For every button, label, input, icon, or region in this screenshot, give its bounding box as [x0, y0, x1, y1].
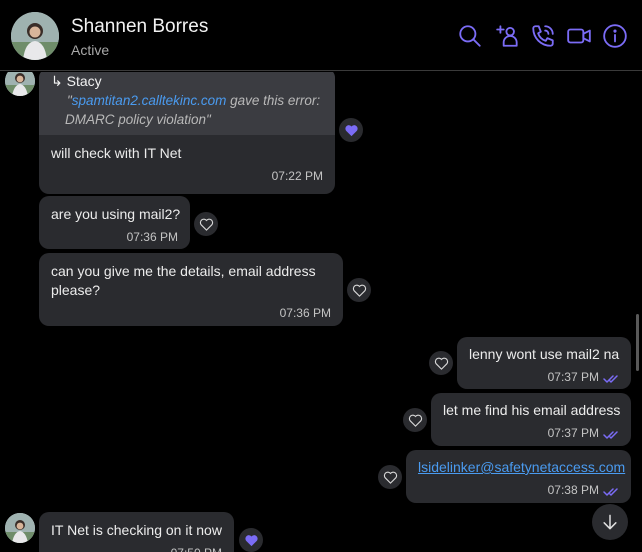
message-text: will check with IT Net: [51, 145, 182, 161]
message-time: 07:37 PM: [547, 426, 599, 440]
arrow-down-icon: [603, 514, 617, 530]
read-receipt-icon: [603, 370, 619, 383]
message-text: can you give me the details, email addre…: [51, 263, 316, 298]
message-text: IT Net is checking on it now: [51, 522, 222, 538]
quoted-author: Stacy: [66, 73, 102, 89]
message-text: are you using mail2?: [51, 206, 181, 222]
read-receipt-icon: [603, 426, 619, 439]
message-bubble[interactable]: lenny wont use mail2 na 07:37 PM: [457, 337, 631, 389]
message-bubble[interactable]: let me find his email address 07:37 PM: [431, 393, 631, 446]
chat-header: Shannen Borres Active: [0, 0, 642, 71]
quoted-link[interactable]: spamtitan2.calltekinc.com: [72, 93, 227, 108]
contact-avatar-small: [5, 513, 35, 543]
search-icon[interactable]: [457, 23, 483, 49]
message-bubble[interactable]: IT Net is checking on it now 07:50 PM: [39, 512, 234, 552]
reaction-heart-icon[interactable]: [339, 118, 363, 142]
quoted-reply[interactable]: ↳ Stacy "spamtitan2.calltekinc.com gave …: [39, 72, 335, 135]
read-receipt-icon: [603, 483, 619, 496]
contact-avatar[interactable]: [11, 12, 59, 60]
contact-avatar-small: [5, 72, 35, 96]
contact-status: Active: [71, 42, 110, 58]
message-time: 07:22 PM: [271, 169, 323, 183]
reply-arrow-icon: ↳: [51, 73, 63, 89]
video-icon[interactable]: [566, 23, 592, 49]
contact-name[interactable]: Shannen Borres: [71, 16, 208, 38]
react-heart-icon[interactable]: [194, 212, 218, 236]
quoted-text: "spamtitan2.calltekinc.com gave this err…: [65, 93, 321, 127]
email-link[interactable]: lsidelinker@safetynetaccess.com: [418, 458, 625, 477]
message-bubble[interactable]: are you using mail2? 07:36 PM: [39, 196, 190, 249]
scrollbar-thumb[interactable]: [636, 314, 639, 371]
message-time: 07:38 PM: [547, 483, 599, 497]
message-bubble[interactable]: can you give me the details, email addre…: [39, 253, 343, 326]
message-text: let me find his email address: [443, 402, 621, 418]
message-time: 07:36 PM: [126, 230, 178, 244]
message-bubble[interactable]: lsidelinker@safetynetaccess.com 07:38 PM: [406, 450, 631, 503]
add-person-icon[interactable]: [495, 23, 521, 49]
react-heart-icon[interactable]: [347, 278, 371, 302]
message-time: 07:36 PM: [279, 306, 331, 320]
phone-icon[interactable]: [530, 23, 556, 49]
react-heart-icon[interactable]: [429, 351, 453, 375]
message-text: lenny wont use mail2 na: [469, 346, 620, 362]
scroll-to-bottom-button[interactable]: [592, 504, 628, 540]
react-heart-icon[interactable]: [403, 408, 427, 432]
info-icon[interactable]: [602, 23, 628, 49]
message-list[interactable]: ↳ Stacy "spamtitan2.calltekinc.com gave …: [0, 72, 642, 552]
reaction-heart-icon[interactable]: [239, 528, 263, 552]
message-time: 07:37 PM: [547, 370, 599, 384]
message-time: 07:50 PM: [171, 544, 222, 552]
react-heart-icon[interactable]: [378, 465, 402, 489]
message-bubble[interactable]: ↳ Stacy "spamtitan2.calltekinc.com gave …: [39, 72, 335, 194]
